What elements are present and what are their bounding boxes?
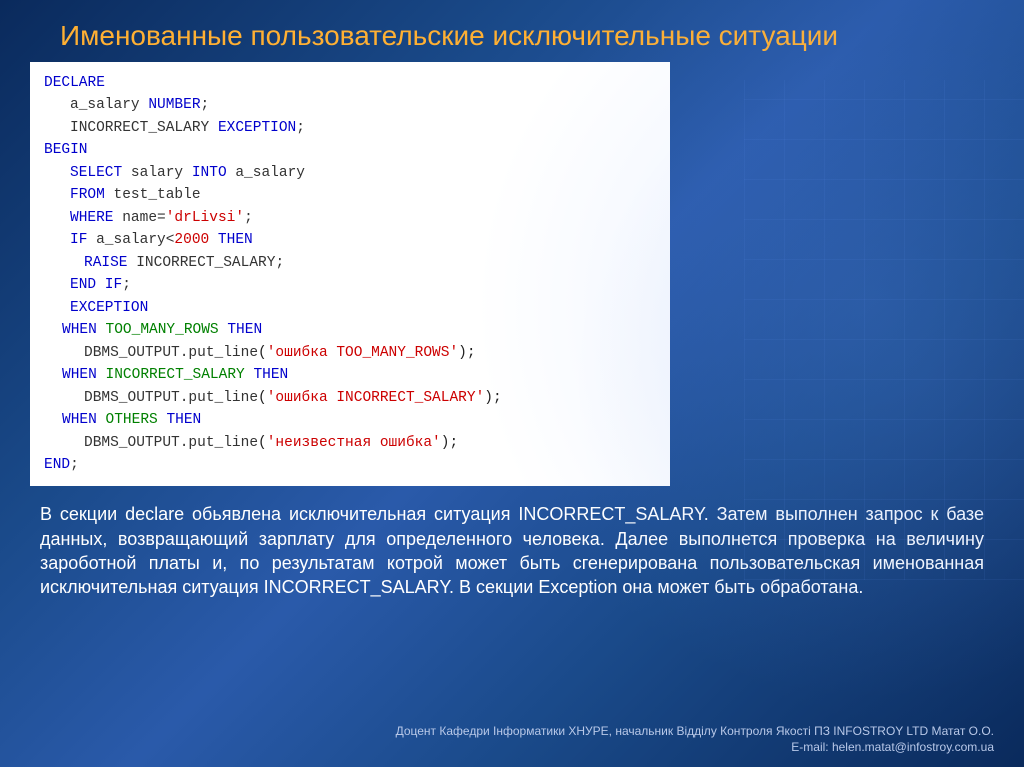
code-line: DECLARE: [44, 72, 656, 94]
code-line: WHEN OTHERS THEN: [44, 409, 656, 431]
code-line: SELECT salary INTO a_salary: [44, 162, 656, 184]
code-line: a_salary NUMBER;: [44, 94, 656, 116]
footer-line2: E-mail: helen.matat@infostroy.com.ua: [396, 739, 994, 755]
code-line: END IF;: [44, 274, 656, 296]
code-line: BEGIN: [44, 139, 656, 161]
code-line: FROM test_table: [44, 184, 656, 206]
code-line: DBMS_OUTPUT.put_line('неизвестная ошибка…: [44, 432, 656, 454]
slide-body: В секции declare обьявлена исключительна…: [0, 486, 1024, 599]
code-line: EXCEPTION: [44, 297, 656, 319]
code-line: WHEN INCORRECT_SALARY THEN: [44, 364, 656, 386]
code-line: INCORRECT_SALARY EXCEPTION;: [44, 117, 656, 139]
code-example: DECLARE a_salary NUMBER; INCORRECT_SALAR…: [30, 62, 670, 486]
slide-title: Именованные пользовательские исключитель…: [0, 0, 1024, 62]
footer-line1: Доцент Кафедри Інформатики ХНУРЕ, началь…: [396, 723, 994, 739]
code-line: WHERE name='drLivsi';: [44, 207, 656, 229]
code-line: IF a_salary<2000 THEN: [44, 229, 656, 251]
code-line: DBMS_OUTPUT.put_line('ошибка TOO_MANY_RO…: [44, 342, 656, 364]
code-line: RAISE INCORRECT_SALARY;: [44, 252, 656, 274]
code-line: WHEN TOO_MANY_ROWS THEN: [44, 319, 656, 341]
code-line: DBMS_OUTPUT.put_line('ошибка INCORRECT_S…: [44, 387, 656, 409]
slide-footer: Доцент Кафедри Інформатики ХНУРЕ, началь…: [396, 723, 994, 755]
code-line: END;: [44, 454, 656, 476]
